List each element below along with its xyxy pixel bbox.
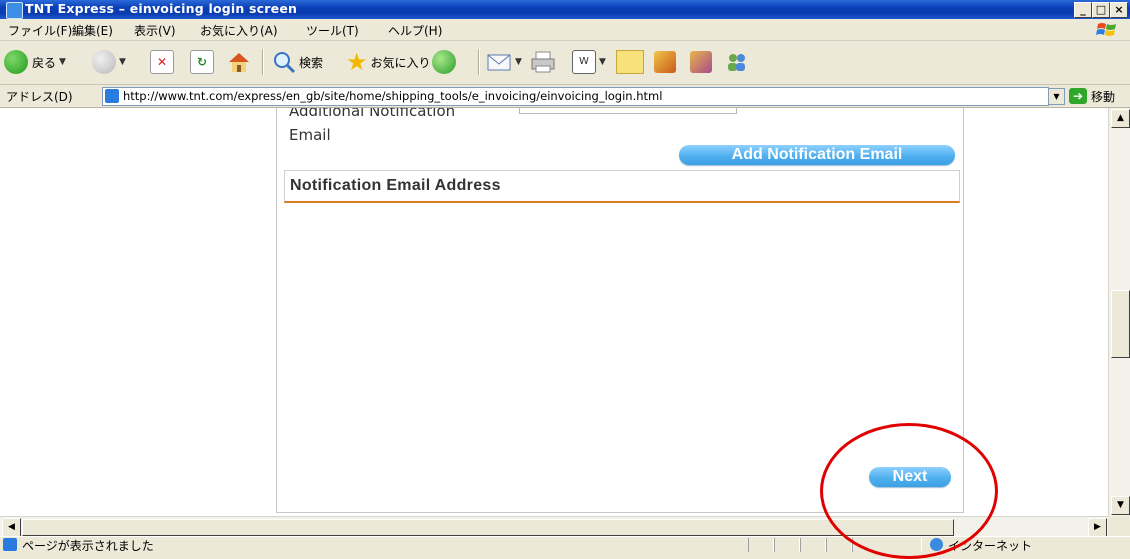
email-label: Email bbox=[289, 126, 331, 144]
status-cell bbox=[826, 538, 852, 552]
menu-tools[interactable]: ツール(T) bbox=[306, 22, 359, 39]
word-edit-icon: W bbox=[572, 50, 596, 74]
address-dropdown-icon[interactable]: ▼ bbox=[1048, 88, 1065, 105]
notification-email-header: Notification Email Address bbox=[290, 177, 501, 194]
home-icon bbox=[229, 53, 249, 72]
next-button[interactable]: Next bbox=[869, 467, 951, 487]
search-icon bbox=[274, 52, 296, 74]
scroll-left-icon[interactable]: ◀ bbox=[2, 518, 21, 537]
menu-file[interactable]: ファイル(F) bbox=[8, 22, 72, 39]
people-icon bbox=[728, 54, 745, 71]
minimize-button[interactable]: _ bbox=[1074, 2, 1092, 18]
research-button[interactable] bbox=[690, 48, 712, 76]
contacts-button[interactable] bbox=[724, 48, 750, 76]
status-cell bbox=[852, 538, 922, 552]
menu-bar: ファイル(F) 編集(E) 表示(V) お気に入り(A) ツール(T) ヘルプ(… bbox=[0, 19, 1130, 41]
title-bar[interactable]: TNT Express – einvoicing login screen _ … bbox=[0, 0, 1130, 19]
address-bar: アドレス(D) http://www.tnt.com/express/en_gb… bbox=[0, 85, 1130, 108]
menu-view[interactable]: 表示(V) bbox=[134, 22, 176, 39]
chevron-down-icon[interactable]: ▼ bbox=[119, 57, 126, 67]
form-panel: Additional Notification Email Add Notifi… bbox=[276, 108, 964, 513]
search-label: 検索 bbox=[299, 55, 324, 70]
go-arrow-icon: ➔ bbox=[1069, 88, 1087, 104]
forward-button[interactable]: ▼ bbox=[92, 48, 126, 76]
history-icon bbox=[432, 50, 456, 74]
ie-window-icon bbox=[6, 2, 23, 19]
stop-icon: ✕ bbox=[150, 50, 174, 74]
menu-help[interactable]: ヘルプ(H) bbox=[388, 22, 442, 39]
scroll-corner bbox=[1108, 516, 1130, 536]
page-viewport: Additional Notification Email Add Notifi… bbox=[0, 108, 1108, 516]
search-button[interactable]: 検索 bbox=[272, 48, 323, 76]
app-icon bbox=[654, 51, 676, 73]
status-cell bbox=[800, 538, 826, 552]
forward-arrow-icon bbox=[92, 50, 116, 74]
stop-button[interactable]: ✕ bbox=[150, 48, 174, 76]
menu-favorites[interactable]: お気に入り(A) bbox=[200, 22, 278, 39]
address-label: アドレス(D) bbox=[6, 90, 73, 104]
toolbar-separator bbox=[478, 49, 480, 75]
refresh-icon: ↻ bbox=[190, 50, 214, 74]
back-arrow-icon bbox=[4, 50, 28, 74]
home-button[interactable] bbox=[226, 48, 252, 76]
vertical-scrollbar[interactable]: ▲ ▼ bbox=[1108, 108, 1130, 516]
scroll-right-icon[interactable]: ▶ bbox=[1088, 518, 1107, 537]
menu-edit[interactable]: 編集(E) bbox=[72, 22, 113, 39]
star-icon: ★ bbox=[346, 48, 368, 76]
status-bar: ページが表示されました インターネット bbox=[0, 536, 1130, 553]
globe-icon bbox=[930, 538, 943, 551]
scroll-up-icon[interactable]: ▲ bbox=[1111, 109, 1130, 128]
windows-logo-icon bbox=[1096, 23, 1116, 36]
maximize-button[interactable]: □ bbox=[1092, 2, 1110, 18]
additional-notification-input[interactable] bbox=[519, 108, 737, 114]
horizontal-scrollbar[interactable]: ◀ ▶ bbox=[0, 516, 1108, 537]
printer-icon bbox=[531, 51, 555, 73]
toolbar: 戻る ▼ ▼ ✕ ↻ 検索 ★ お気に入り ▼ W ▼ bbox=[0, 41, 1130, 85]
ie-page-icon bbox=[3, 538, 17, 551]
print-button[interactable] bbox=[530, 48, 556, 76]
horizontal-scroll-thumb[interactable] bbox=[22, 519, 954, 536]
app-icon bbox=[690, 51, 712, 73]
discuss-button[interactable] bbox=[616, 48, 644, 76]
additional-notification-label: Additional Notification bbox=[289, 108, 456, 120]
favorites-label: お気に入り bbox=[370, 55, 431, 70]
status-text: ページが表示されました bbox=[22, 539, 154, 553]
refresh-button[interactable]: ↻ bbox=[190, 48, 214, 76]
security-zone-text: インターネット bbox=[948, 539, 1033, 553]
status-cell bbox=[774, 538, 800, 552]
scroll-down-icon[interactable]: ▼ bbox=[1111, 496, 1130, 515]
mail-button[interactable]: ▼ bbox=[486, 48, 522, 76]
ie-page-icon bbox=[105, 89, 119, 103]
note-icon bbox=[616, 50, 644, 74]
add-notification-email-button[interactable]: Add Notification Email bbox=[679, 145, 955, 165]
toolbar-separator bbox=[262, 49, 264, 75]
mail-icon bbox=[487, 54, 511, 71]
window-title: TNT Express – einvoicing login screen bbox=[25, 1, 298, 16]
go-label: 移動 bbox=[1091, 89, 1116, 104]
chevron-down-icon[interactable]: ▼ bbox=[599, 57, 606, 67]
back-label: 戻る bbox=[32, 55, 57, 70]
favorites-button[interactable]: ★ お気に入り bbox=[346, 48, 431, 76]
close-button[interactable]: × bbox=[1110, 2, 1128, 18]
status-cell bbox=[748, 538, 774, 552]
history-button[interactable] bbox=[432, 48, 456, 76]
messenger-button[interactable] bbox=[654, 48, 676, 76]
vertical-scroll-thumb[interactable] bbox=[1111, 290, 1130, 358]
notification-email-table: Notification Email Address bbox=[284, 170, 960, 203]
back-button[interactable]: 戻る ▼ bbox=[4, 48, 66, 76]
address-url[interactable]: http://www.tnt.com/express/en_gb/site/ho… bbox=[123, 89, 662, 103]
go-button[interactable]: ➔ 移動 bbox=[1069, 87, 1127, 105]
chevron-down-icon[interactable]: ▼ bbox=[59, 57, 66, 67]
chevron-down-icon[interactable]: ▼ bbox=[515, 57, 522, 67]
edit-button[interactable]: W ▼ bbox=[572, 48, 606, 76]
address-input[interactable]: http://www.tnt.com/express/en_gb/site/ho… bbox=[102, 87, 1049, 106]
